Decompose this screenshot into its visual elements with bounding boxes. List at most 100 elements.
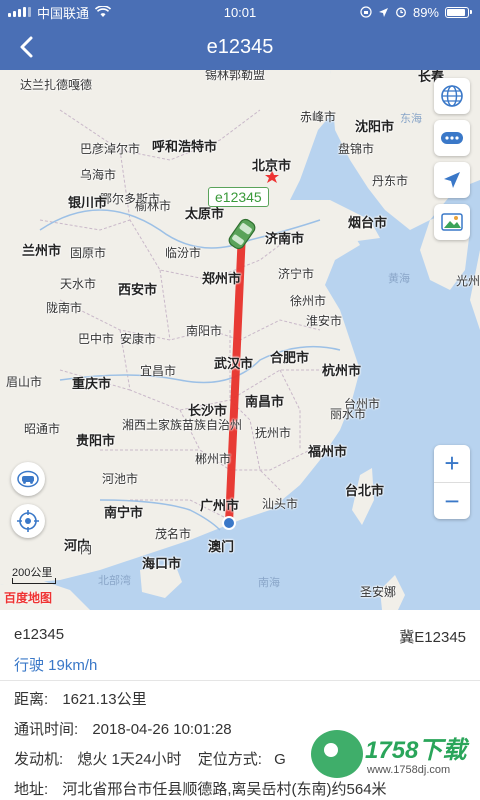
locate-mode-value: G xyxy=(274,751,286,768)
map-city-label: 西安市 xyxy=(118,282,158,297)
map-city-label: 贵阳市 xyxy=(76,433,116,448)
map-city-label: 重庆市 xyxy=(72,376,112,391)
target-icon xyxy=(17,510,39,532)
map-city-label: 郑州市 xyxy=(202,271,242,286)
map-city-label: 光州 xyxy=(456,274,480,288)
map-city-label: 乌海市 xyxy=(80,168,117,182)
map-layer-button[interactable] xyxy=(434,204,470,240)
speed-status: 行驶 19km/h xyxy=(14,657,98,674)
target-button[interactable] xyxy=(11,504,45,538)
map-city-label: 眉山市 xyxy=(6,375,43,389)
divider xyxy=(0,680,480,681)
address-label: 地址: xyxy=(14,781,49,798)
map-city-label: 南阳市 xyxy=(186,324,223,338)
map-city-label: 黄海 xyxy=(388,273,410,285)
map-view[interactable]: 达兰扎德嘎德 锡林郭勒盟 长春 赤峰市 沈阳市 巴彦淖尔市 呼和浩特市 盘锦市 乌海市 北京市 丹东… xyxy=(0,70,480,610)
status-bar: 中国联通 10:01 89% xyxy=(0,0,480,24)
distance-row: 距离: 1621.13公里 xyxy=(14,688,147,709)
map-city-label: 银川市 xyxy=(68,195,108,210)
map-city-label: 合肥市 xyxy=(270,350,310,365)
map-city-label: 福州市 xyxy=(308,444,348,459)
map-city-label: 宜昌市 xyxy=(140,364,177,378)
distance-value: 1621.13公里 xyxy=(62,691,147,708)
map-city-label: 汕头市 xyxy=(262,497,299,511)
map-city-label: 济宁市 xyxy=(278,267,315,281)
vehicle-name: e12345 xyxy=(14,626,65,643)
map-city-label: 淮安市 xyxy=(306,314,343,328)
comm-time-value: 2018-04-26 10:01:28 xyxy=(92,721,232,738)
map-city-label: 呼和浩特市 xyxy=(152,139,218,154)
map-city-label: 北部湾 xyxy=(98,575,131,587)
map-city-label: 天水市 xyxy=(60,277,97,291)
map-city-label: 南海 xyxy=(258,577,280,589)
map-city-label: 临汾市 xyxy=(165,246,202,260)
status-time: 10:01 xyxy=(223,4,257,20)
map-city-label: 河池市 xyxy=(102,472,139,486)
car-view-button[interactable] xyxy=(11,462,45,496)
map-base xyxy=(0,70,480,610)
comm-time-label: 通讯时间: xyxy=(14,721,79,738)
zoom-in-button[interactable]: + xyxy=(434,445,470,483)
map-city-label: 澳门 xyxy=(208,539,235,554)
distance-label: 距离: xyxy=(14,691,49,708)
more-icon xyxy=(441,132,463,144)
locate-arrow-icon xyxy=(444,172,460,188)
map-city-label: 济南市 xyxy=(265,231,305,246)
map-city-label: 武汉市 xyxy=(214,356,254,371)
more-button[interactable] xyxy=(434,120,470,156)
map-city-label: 固原市 xyxy=(70,246,107,260)
locate-button[interactable] xyxy=(434,162,470,198)
comm-time-row: 通讯时间: 2018-04-26 10:01:28 xyxy=(14,718,232,739)
car-icon xyxy=(17,470,39,488)
map-city-label: 南昌市 xyxy=(245,394,285,409)
map-city-label: 圣安娜 xyxy=(360,585,397,599)
watermark-url: www.1758dj.com xyxy=(367,764,451,776)
zoom-control: + − xyxy=(434,445,470,519)
map-city-label: 盘锦市 xyxy=(338,142,375,156)
map-city-label: 昭通市 xyxy=(24,422,61,436)
engine-value: 熄火 1天24小时 xyxy=(77,751,182,768)
map-city-label: 茂名市 xyxy=(155,527,192,541)
map-city-label: 陇南市 xyxy=(46,301,83,315)
map-city-label: 海口市 xyxy=(142,556,182,571)
map-city-label: 巴中市 xyxy=(78,332,115,346)
map-logo: 百度地图 xyxy=(4,591,53,605)
map-city-label: 巴彦淖尔市 xyxy=(80,142,141,156)
map-city-label: 烟台市 xyxy=(348,215,388,230)
engine-row: 发动机: 熄火 1天24小时 定位方式: G xyxy=(14,748,286,769)
map-city-label: 杭州市 xyxy=(322,363,362,378)
map-city-label: 抚州市 xyxy=(255,426,292,440)
map-city-label: 广州市 xyxy=(200,498,240,513)
globe-icon xyxy=(441,85,463,107)
locate-mode-label: 定位方式: xyxy=(197,751,262,768)
zoom-out-button[interactable]: − xyxy=(434,483,470,520)
map-city-label: 台北市 xyxy=(345,483,385,498)
map-city-label: 徐州市 xyxy=(290,294,327,308)
map-city-label: 湘西土家族苗族自治州 xyxy=(122,418,243,432)
map-city-label: 榆林市 xyxy=(135,199,172,213)
map-city-label: 丹东市 xyxy=(372,174,409,188)
globe-button[interactable] xyxy=(434,78,470,114)
car-marker-icon[interactable] xyxy=(226,216,258,252)
map-city-label: 安康市 xyxy=(120,332,157,346)
scale-bar xyxy=(12,578,56,584)
engine-label: 发动机: xyxy=(14,751,64,768)
map-city-label: 郴州市 xyxy=(195,452,232,466)
vehicle-label: e12345 xyxy=(208,187,269,207)
watermark-text: 1758下载 xyxy=(365,737,467,764)
map-city-label: 兰州市 xyxy=(22,243,62,258)
map-city-label: 丽水市 xyxy=(330,407,367,421)
map-layer-icon xyxy=(441,213,463,231)
map-city-label: 锡林郭勒盟 xyxy=(205,70,266,82)
map-city-label: 北京市 xyxy=(252,158,292,173)
map-city-label: 沈阳市 xyxy=(355,119,395,134)
map-city-label: 达兰扎德嘎德 xyxy=(20,78,93,92)
page-title: e12345 xyxy=(206,36,274,58)
map-city-label: 南宁市 xyxy=(104,505,144,520)
map-city-label: 赤峰市 xyxy=(300,110,337,124)
nav-bar: e12345 xyxy=(0,24,480,70)
watermark: 1758下载 www.1758dj.com xyxy=(309,724,474,786)
plate-number: 冀E12345 xyxy=(399,629,466,646)
map-city-label: 内 xyxy=(80,542,93,556)
map-city-label: 东海 xyxy=(400,113,422,125)
